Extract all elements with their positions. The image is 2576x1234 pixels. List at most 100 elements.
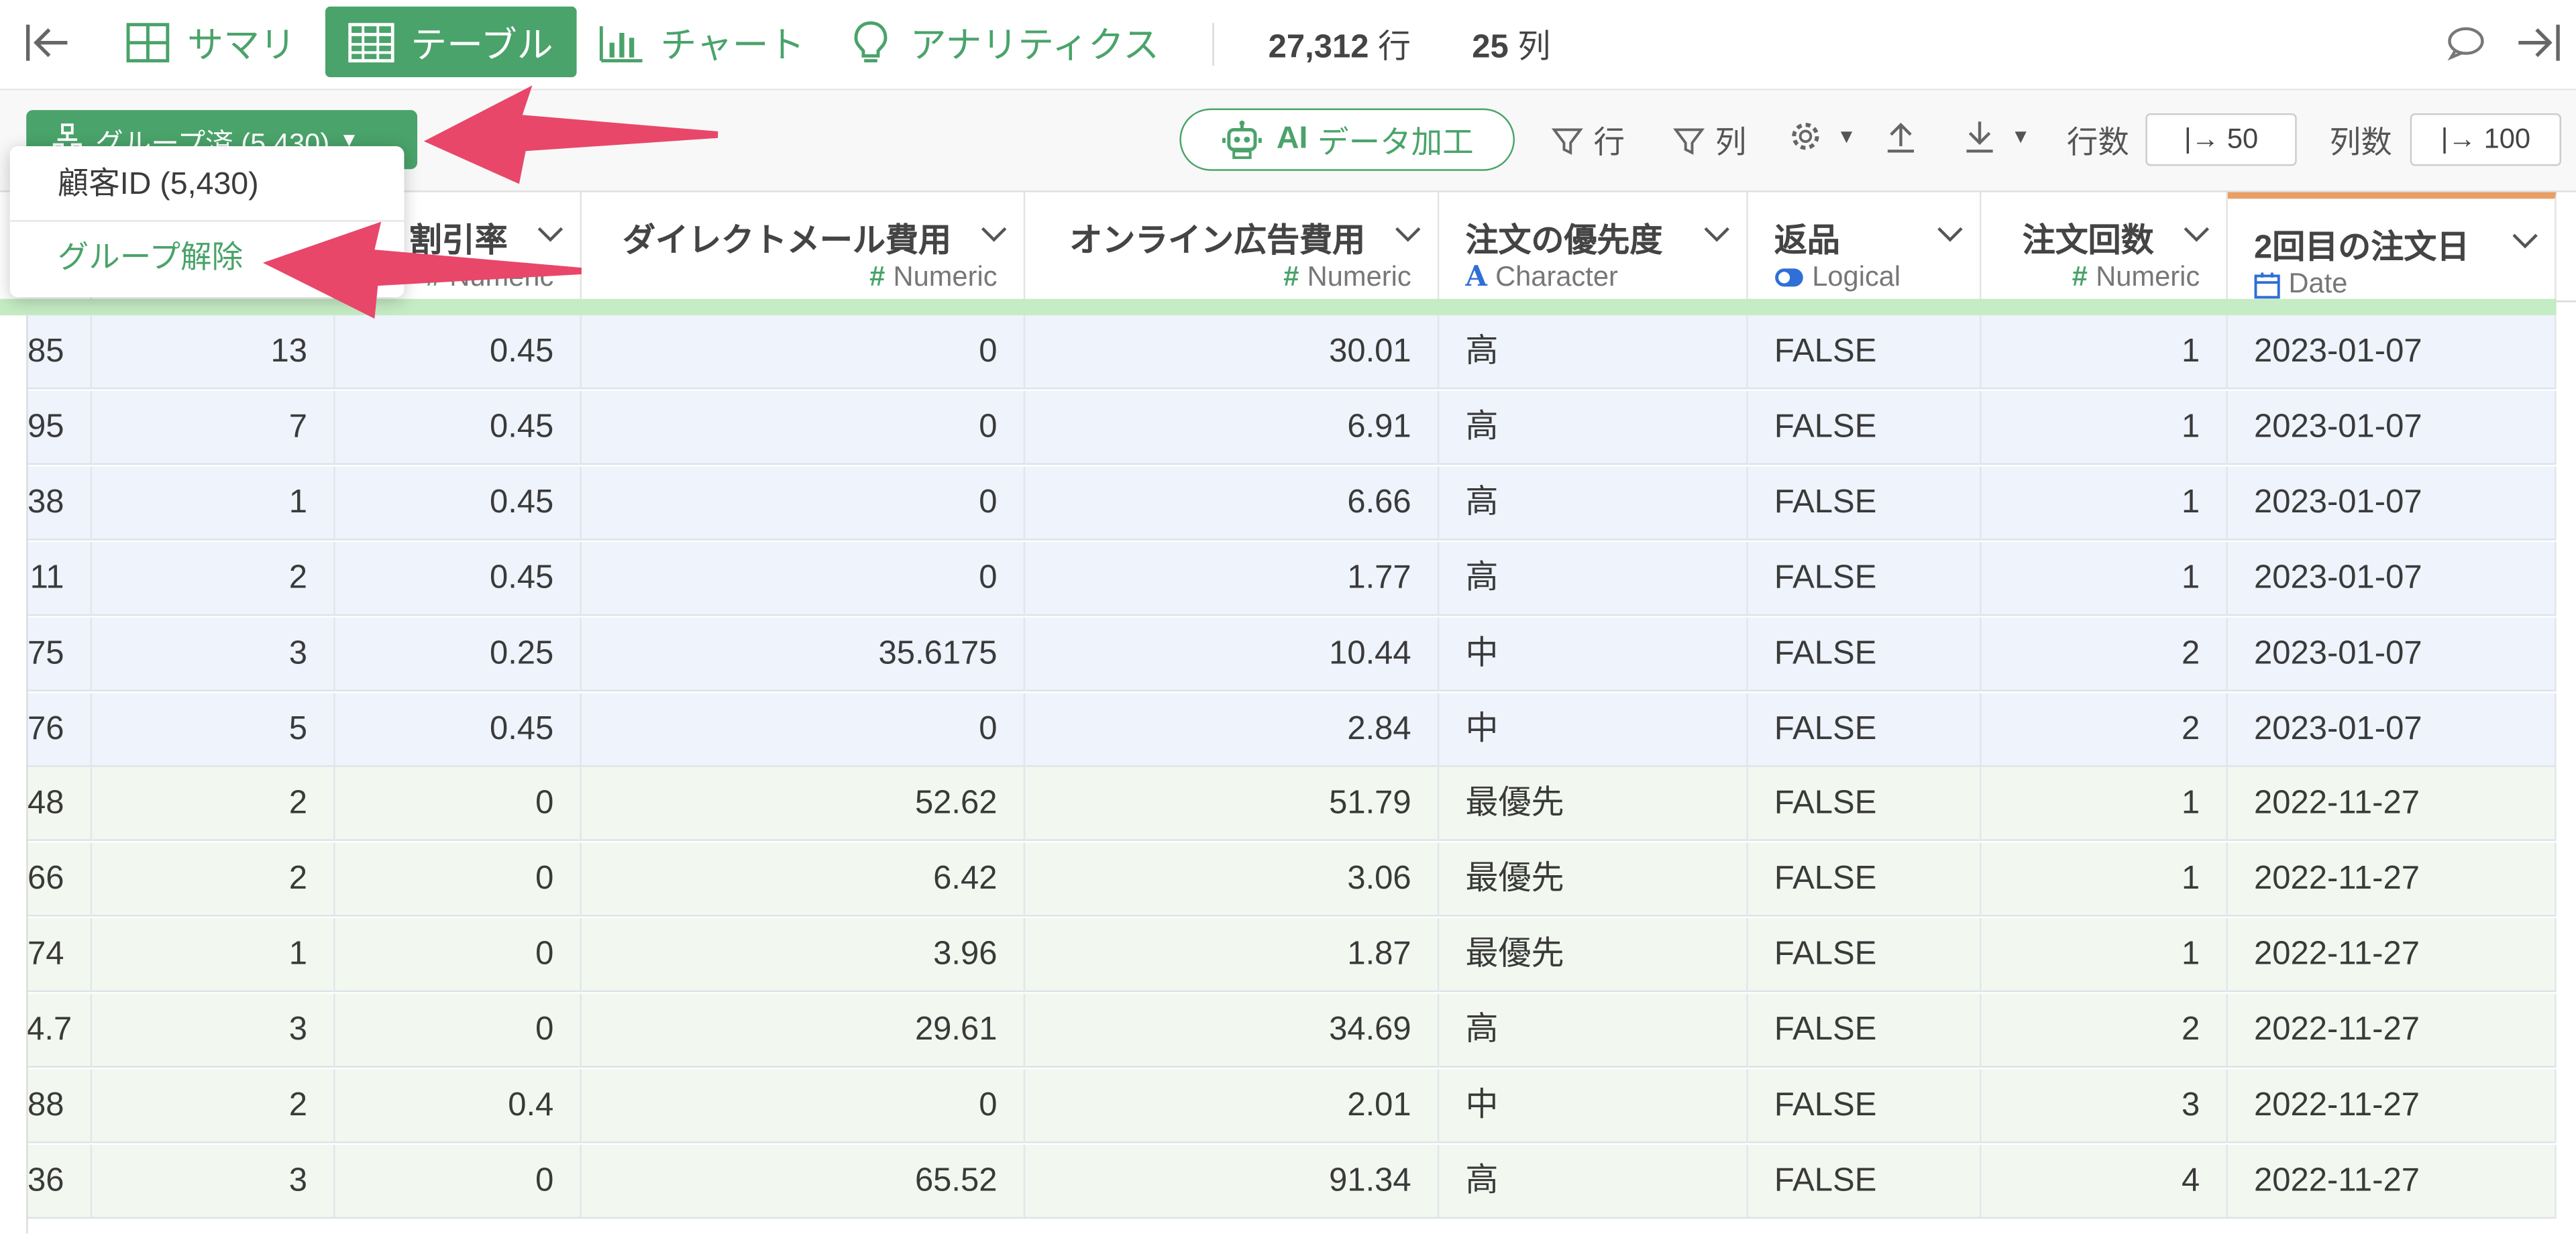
comment-icon[interactable] <box>2445 23 2487 62</box>
table-cell[interactable]: 0.45 <box>335 315 582 390</box>
table-cell[interactable]: 34.69 <box>1025 993 1440 1068</box>
ai-data-processing-button[interactable]: AI データ加工 <box>1179 108 1515 171</box>
table-cell[interactable]: 2022-11-27 <box>2228 1144 2557 1219</box>
table-cell[interactable]: FALSE <box>1748 1069 1982 1143</box>
table-cell[interactable]: FALSE <box>1748 390 1982 465</box>
table-row[interactable]: 66 2 0 6.42 3.06 最優先 FALSE 1 2022-11-27 <box>26 843 2557 917</box>
table-cell[interactable]: 高 <box>1439 993 1748 1068</box>
table-row[interactable]: 95 7 0.45 0 6.91 高 FALSE 1 2023-01-07 <box>26 390 2557 465</box>
table-cell[interactable]: 高 <box>1439 466 1748 541</box>
table-cell[interactable]: 1 <box>1981 918 2228 993</box>
table-cell[interactable]: 2022-11-27 <box>2228 993 2557 1068</box>
table-cell[interactable]: FALSE <box>1748 315 1982 390</box>
table-cell[interactable]: 75 <box>26 616 93 691</box>
table-cell[interactable]: FALSE <box>1748 843 1982 917</box>
table-row[interactable]: 88 2 0.4 0 2.01 中 FALSE 3 2022-11-27 <box>26 1069 2557 1143</box>
chevron-down-icon[interactable] <box>1704 222 1730 251</box>
table-cell[interactable]: 中 <box>1439 1069 1748 1143</box>
chevron-down-icon[interactable] <box>2512 228 2538 258</box>
table-cell[interactable]: 最優先 <box>1439 843 1748 917</box>
table-cell[interactable]: 52.62 <box>582 767 1026 842</box>
table-cell[interactable]: 74 <box>26 918 93 993</box>
table-cell[interactable]: FALSE <box>1748 1144 1982 1219</box>
table-cell[interactable]: 0.45 <box>335 466 582 541</box>
table-cell[interactable]: 11 <box>26 541 93 616</box>
table-cell[interactable]: 13 <box>92 315 335 390</box>
table-cell[interactable]: 3 <box>92 993 335 1068</box>
table-cell[interactable]: 2 <box>92 767 335 842</box>
table-cell[interactable]: 1 <box>1981 315 2228 390</box>
table-row[interactable]: 76 5 0.45 0 2.84 中 FALSE 2 2023-01-07 <box>26 692 2557 767</box>
table-cell[interactable]: 0.45 <box>335 541 582 616</box>
table-cell[interactable]: 0 <box>582 390 1026 465</box>
table-cell[interactable]: 最優先 <box>1439 918 1748 993</box>
table-cell[interactable]: 0 <box>335 918 582 993</box>
ungroup-item[interactable]: グループ解除 <box>10 223 405 296</box>
table-cell[interactable]: 2023-01-07 <box>2228 390 2557 465</box>
table-cell[interactable]: 65.52 <box>582 1144 1026 1219</box>
table-cell[interactable]: 0.25 <box>335 616 582 691</box>
table-cell[interactable]: 高 <box>1439 315 1748 390</box>
table-cell[interactable]: 7 <box>92 390 335 465</box>
column-header[interactable]: ダイレクトメール費用 # Numeric <box>582 192 1026 301</box>
table-cell[interactable]: 1 <box>1981 767 2228 842</box>
table-cell[interactable]: 1 <box>1981 843 2228 917</box>
table-cell[interactable]: 中 <box>1439 616 1748 691</box>
row-limit-input[interactable]: |→ 50 <box>2145 113 2297 166</box>
table-cell[interactable]: 2 <box>1981 692 2228 767</box>
table-cell[interactable]: 3 <box>1981 1069 2228 1143</box>
table-cell[interactable]: 2 <box>92 1069 335 1143</box>
column-header[interactable]: 返品 Logical <box>1748 192 1982 301</box>
download-menu-button[interactable]: ▼ <box>1962 118 2031 154</box>
table-cell[interactable]: FALSE <box>1748 616 1982 691</box>
table-cell[interactable]: 35.6175 <box>582 616 1026 691</box>
table-cell[interactable]: 0.45 <box>335 390 582 465</box>
table-cell[interactable]: FALSE <box>1748 993 1982 1068</box>
table-cell[interactable]: 4.7 <box>26 993 93 1068</box>
table-cell[interactable]: 2.84 <box>1025 692 1440 767</box>
table-row[interactable]: 38 1 0.45 0 6.66 高 FALSE 1 2023-01-07 <box>26 466 2557 541</box>
table-cell[interactable]: 高 <box>1439 541 1748 616</box>
table-cell[interactable]: 2 <box>92 541 335 616</box>
collapse-left-icon[interactable] <box>23 19 72 66</box>
table-row[interactable]: 85 13 0.45 0 30.01 高 FALSE 1 2023-01-07 <box>26 315 2557 390</box>
table-cell[interactable]: 88 <box>26 1069 93 1143</box>
table-cell[interactable]: FALSE <box>1748 541 1982 616</box>
table-cell[interactable]: 1 <box>92 918 335 993</box>
table-cell[interactable]: 3 <box>92 1144 335 1219</box>
table-cell[interactable]: 0 <box>582 692 1026 767</box>
table-cell[interactable]: 6.66 <box>1025 466 1440 541</box>
table-cell[interactable]: 66 <box>26 843 93 917</box>
table-row[interactable]: 48 2 0 52.62 51.79 最優先 FALSE 1 2022-11-27 <box>26 767 2557 842</box>
table-cell[interactable]: 0.4 <box>335 1069 582 1143</box>
table-cell[interactable]: 38 <box>26 466 93 541</box>
table-cell[interactable]: 5 <box>92 692 335 767</box>
table-cell[interactable]: 2023-01-07 <box>2228 616 2557 691</box>
table-cell[interactable]: 51.79 <box>1025 767 1440 842</box>
chevron-down-icon[interactable] <box>981 222 1007 251</box>
table-cell[interactable]: 0 <box>335 993 582 1068</box>
table-cell[interactable]: FALSE <box>1748 692 1982 767</box>
table-cell[interactable]: 6.91 <box>1025 390 1440 465</box>
table-cell[interactable]: 2.01 <box>1025 1069 1440 1143</box>
table-row[interactable]: 74 1 0 3.96 1.87 最優先 FALSE 1 2022-11-27 <box>26 918 2557 993</box>
chevron-down-icon[interactable] <box>1395 222 1421 251</box>
upload-button[interactable] <box>1883 118 1929 154</box>
table-cell[interactable]: 0.45 <box>335 692 582 767</box>
table-cell[interactable]: 2022-11-27 <box>2228 843 2557 917</box>
table-cell[interactable]: 高 <box>1439 390 1748 465</box>
column-header[interactable]: 注文回数 # Numeric <box>1981 192 2228 301</box>
table-cell[interactable]: 高 <box>1439 1144 1748 1219</box>
table-cell[interactable]: 1 <box>1981 466 2228 541</box>
table-cell[interactable]: FALSE <box>1748 767 1982 842</box>
table-cell[interactable]: 1 <box>1981 390 2228 465</box>
table-cell[interactable]: 2022-11-27 <box>2228 918 2557 993</box>
table-cell[interactable]: 30.01 <box>1025 315 1440 390</box>
table-cell[interactable]: 95 <box>26 390 93 465</box>
table-cell[interactable]: 0 <box>335 1144 582 1219</box>
table-cell[interactable]: 6.42 <box>582 843 1026 917</box>
tab-chart[interactable]: チャート <box>598 7 804 77</box>
tab-summary[interactable]: サマリ <box>125 7 296 77</box>
table-cell[interactable]: 3.96 <box>582 918 1026 993</box>
table-cell[interactable]: 29.61 <box>582 993 1026 1068</box>
